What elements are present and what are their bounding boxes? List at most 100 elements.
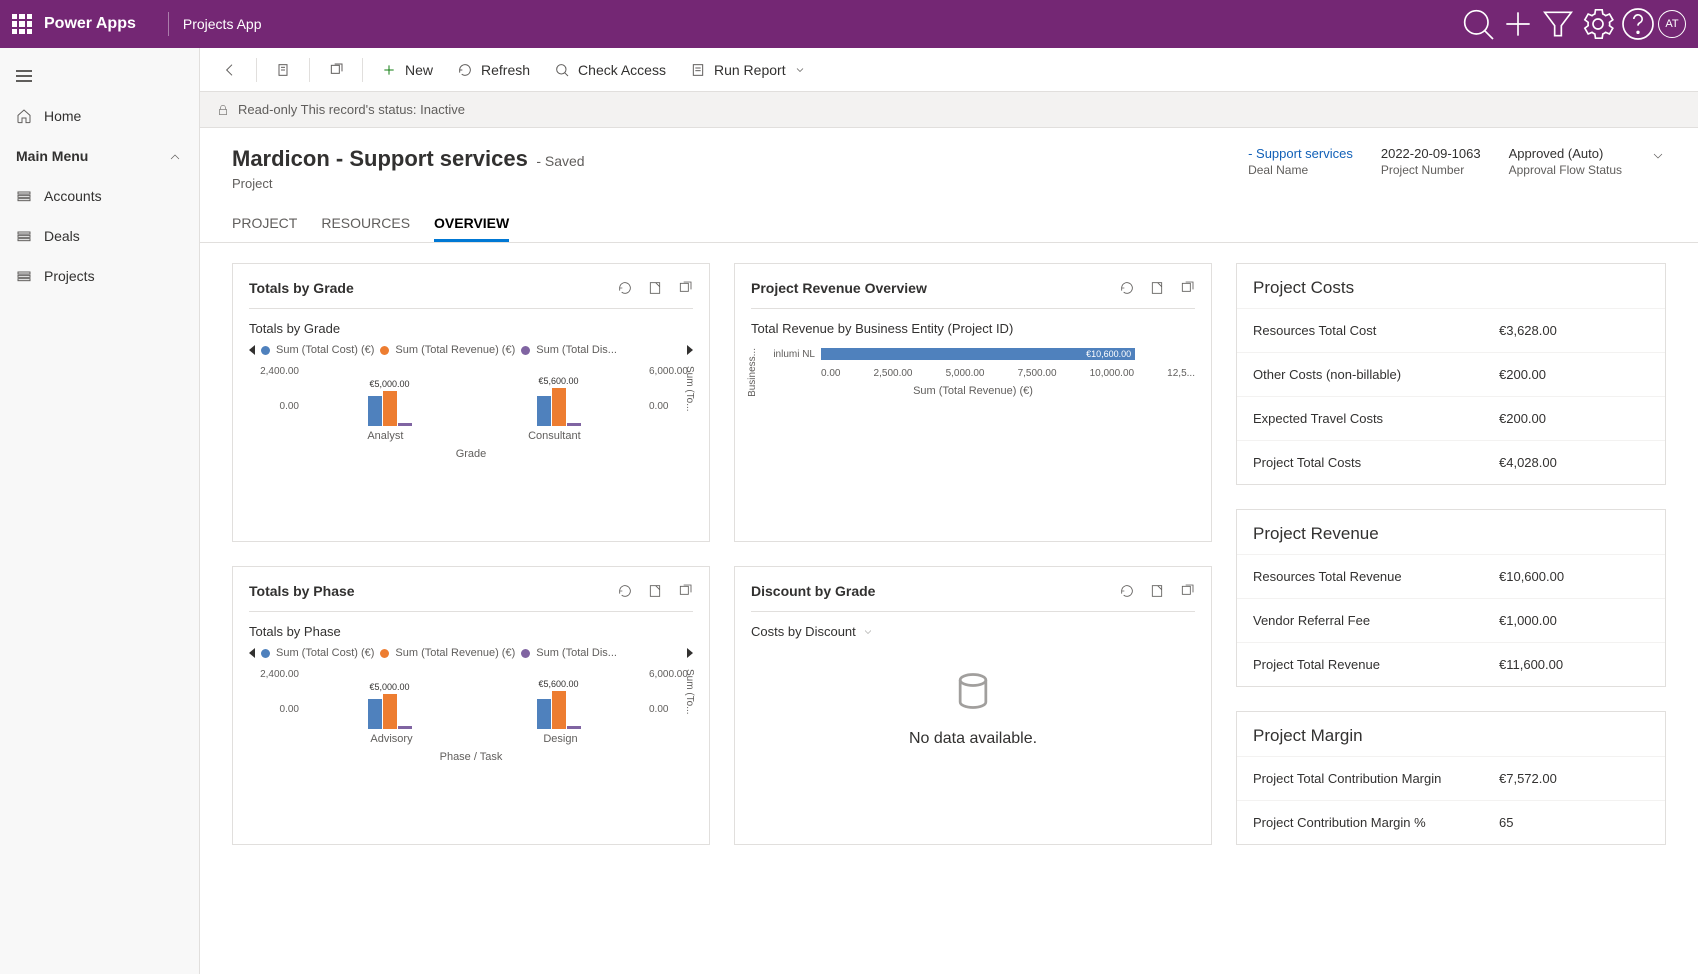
field-value: €200.00 — [1499, 367, 1649, 382]
sidebar-item-label: Deals — [44, 228, 80, 244]
content: Totals by Grade Totals by Grade Sum (Tot… — [200, 243, 1698, 865]
legend-item: Sum (Total Cost) (€) — [276, 647, 374, 659]
database-icon — [951, 669, 995, 713]
card-title: Project Revenue Overview — [751, 280, 927, 296]
sidebar-item-label: Accounts — [44, 188, 102, 204]
expand-chart-icon[interactable] — [1179, 280, 1195, 296]
sidebar-item-home[interactable]: Home — [0, 96, 199, 136]
data-label: €10,600.00 — [1086, 349, 1131, 359]
sidebar-item-label: Projects — [44, 268, 95, 284]
card-title: Project Costs — [1237, 264, 1665, 308]
brand-label: Power Apps — [44, 15, 136, 33]
run-report-button[interactable]: Run Report — [680, 56, 816, 84]
category-label: Consultant — [528, 430, 581, 442]
legend-item: Sum (Total Revenue) (€) — [395, 647, 515, 659]
field-value: €200.00 — [1499, 411, 1649, 426]
help-icon[interactable] — [1618, 4, 1658, 44]
projects-icon — [16, 268, 32, 284]
sidebar-item-label: Home — [44, 108, 81, 124]
app-name: Projects App — [183, 16, 262, 32]
tab-resources[interactable]: RESOURCES — [321, 207, 410, 242]
record-header: Mardicon - Support services - Saved Proj… — [200, 128, 1698, 191]
legend-item: Sum (Total Dis... — [536, 344, 617, 356]
expand-header-icon[interactable] — [1650, 148, 1666, 164]
legend-next-icon[interactable] — [687, 648, 693, 658]
legend-prev-icon[interactable] — [249, 345, 255, 355]
card-title: Project Revenue — [1237, 510, 1665, 554]
field-label: Project Contribution Margin % — [1253, 815, 1499, 830]
run-report-label: Run Report — [714, 62, 786, 78]
meta-value[interactable]: - Support services — [1248, 146, 1353, 161]
view-records-icon[interactable] — [647, 583, 663, 599]
view-records-icon[interactable] — [1149, 583, 1165, 599]
field-value: €11,600.00 — [1499, 657, 1649, 672]
nav-collapse-button[interactable] — [0, 56, 199, 96]
field-label: Vendor Referral Fee — [1253, 613, 1499, 628]
field-value: €1,000.00 — [1499, 613, 1649, 628]
view-records-icon[interactable] — [647, 280, 663, 296]
left-nav: Home Main Menu Accounts Deals Projects — [0, 48, 200, 974]
field-value: €7,572.00 — [1499, 771, 1649, 786]
tab-overview[interactable]: OVERVIEW — [434, 207, 509, 242]
refresh-chart-icon[interactable] — [1119, 583, 1135, 599]
legend-item: Sum (Total Cost) (€) — [276, 344, 374, 356]
category-label: Design — [543, 733, 577, 745]
avatar[interactable]: AT — [1658, 10, 1686, 38]
expand-chart-icon[interactable] — [677, 583, 693, 599]
data-label: €5,000.00 — [369, 379, 409, 389]
refresh-chart-icon[interactable] — [1119, 280, 1135, 296]
filter-icon[interactable] — [1538, 4, 1578, 44]
legend-next-icon[interactable] — [687, 345, 693, 355]
legend: Sum (Total Cost) (€) Sum (Total Revenue)… — [249, 344, 693, 356]
sidebar-item-deals[interactable]: Deals — [0, 216, 199, 256]
add-icon[interactable] — [1498, 4, 1538, 44]
nav-section-header[interactable]: Main Menu — [0, 136, 199, 176]
sidebar-item-accounts[interactable]: Accounts — [0, 176, 199, 216]
discount-dropdown[interactable]: Costs by Discount — [751, 624, 1195, 639]
refresh-chart-icon[interactable] — [617, 280, 633, 296]
meta-value: Approved (Auto) — [1509, 146, 1622, 161]
expand-chart-icon[interactable] — [677, 280, 693, 296]
check-access-button[interactable]: Check Access — [544, 56, 676, 84]
sidebar-item-projects[interactable]: Projects — [0, 256, 199, 296]
no-data-text: No data available. — [751, 730, 1195, 748]
field-label: Project Total Revenue — [1253, 657, 1499, 672]
charts-column: Totals by Grade Totals by Grade Sum (Tot… — [232, 263, 1212, 845]
meta-label: Approval Flow Status — [1509, 163, 1622, 177]
field-value: €4,028.00 — [1499, 455, 1649, 470]
chart-subtitle: Totals by Phase — [249, 624, 693, 639]
summary-column: Project Costs Resources Total Cost€3,628… — [1236, 263, 1666, 845]
card-project-margin: Project Margin Project Total Contributio… — [1236, 711, 1666, 845]
entity-label: Project — [232, 176, 585, 191]
search-icon[interactable] — [1458, 4, 1498, 44]
card-project-costs: Project Costs Resources Total Cost€3,628… — [1236, 263, 1666, 485]
card-discount-by-grade: Discount by Grade Costs by Discount — [734, 566, 1212, 845]
field-label: Expected Travel Costs — [1253, 411, 1499, 426]
main-area: New Refresh Check Access Run Report Read… — [200, 48, 1698, 974]
meta-approval-status: Approved (Auto) Approval Flow Status — [1509, 146, 1622, 177]
status-text: Read-only This record's status: Inactive — [238, 102, 465, 117]
new-button[interactable]: New — [371, 56, 443, 84]
field-value: 65 — [1499, 815, 1649, 830]
open-new-window-button[interactable] — [318, 56, 354, 84]
back-button[interactable] — [212, 56, 248, 84]
legend-prev-icon[interactable] — [249, 648, 255, 658]
field-label: Project Total Contribution Margin — [1253, 771, 1499, 786]
view-records-icon[interactable] — [1149, 280, 1165, 296]
chart-subtitle: Total Revenue by Business Entity (Projec… — [751, 321, 1195, 336]
command-bar: New Refresh Check Access Run Report — [200, 48, 1698, 92]
meta-project-number: 2022-20-09-1063 Project Number — [1381, 146, 1481, 177]
expand-chart-icon[interactable] — [1179, 583, 1195, 599]
record-set-button[interactable] — [265, 56, 301, 84]
refresh-chart-icon[interactable] — [617, 583, 633, 599]
meta-value: 2022-20-09-1063 — [1381, 146, 1481, 161]
refresh-button[interactable]: Refresh — [447, 56, 540, 84]
nav-section-label: Main Menu — [16, 148, 88, 164]
meta-label: Project Number — [1381, 163, 1481, 177]
card-title: Totals by Grade — [249, 280, 354, 296]
tab-project[interactable]: PROJECT — [232, 207, 297, 242]
gear-icon[interactable] — [1578, 4, 1618, 44]
waffle-icon[interactable] — [12, 14, 32, 34]
check-access-icon — [554, 62, 570, 78]
chevron-down-icon — [794, 64, 806, 76]
